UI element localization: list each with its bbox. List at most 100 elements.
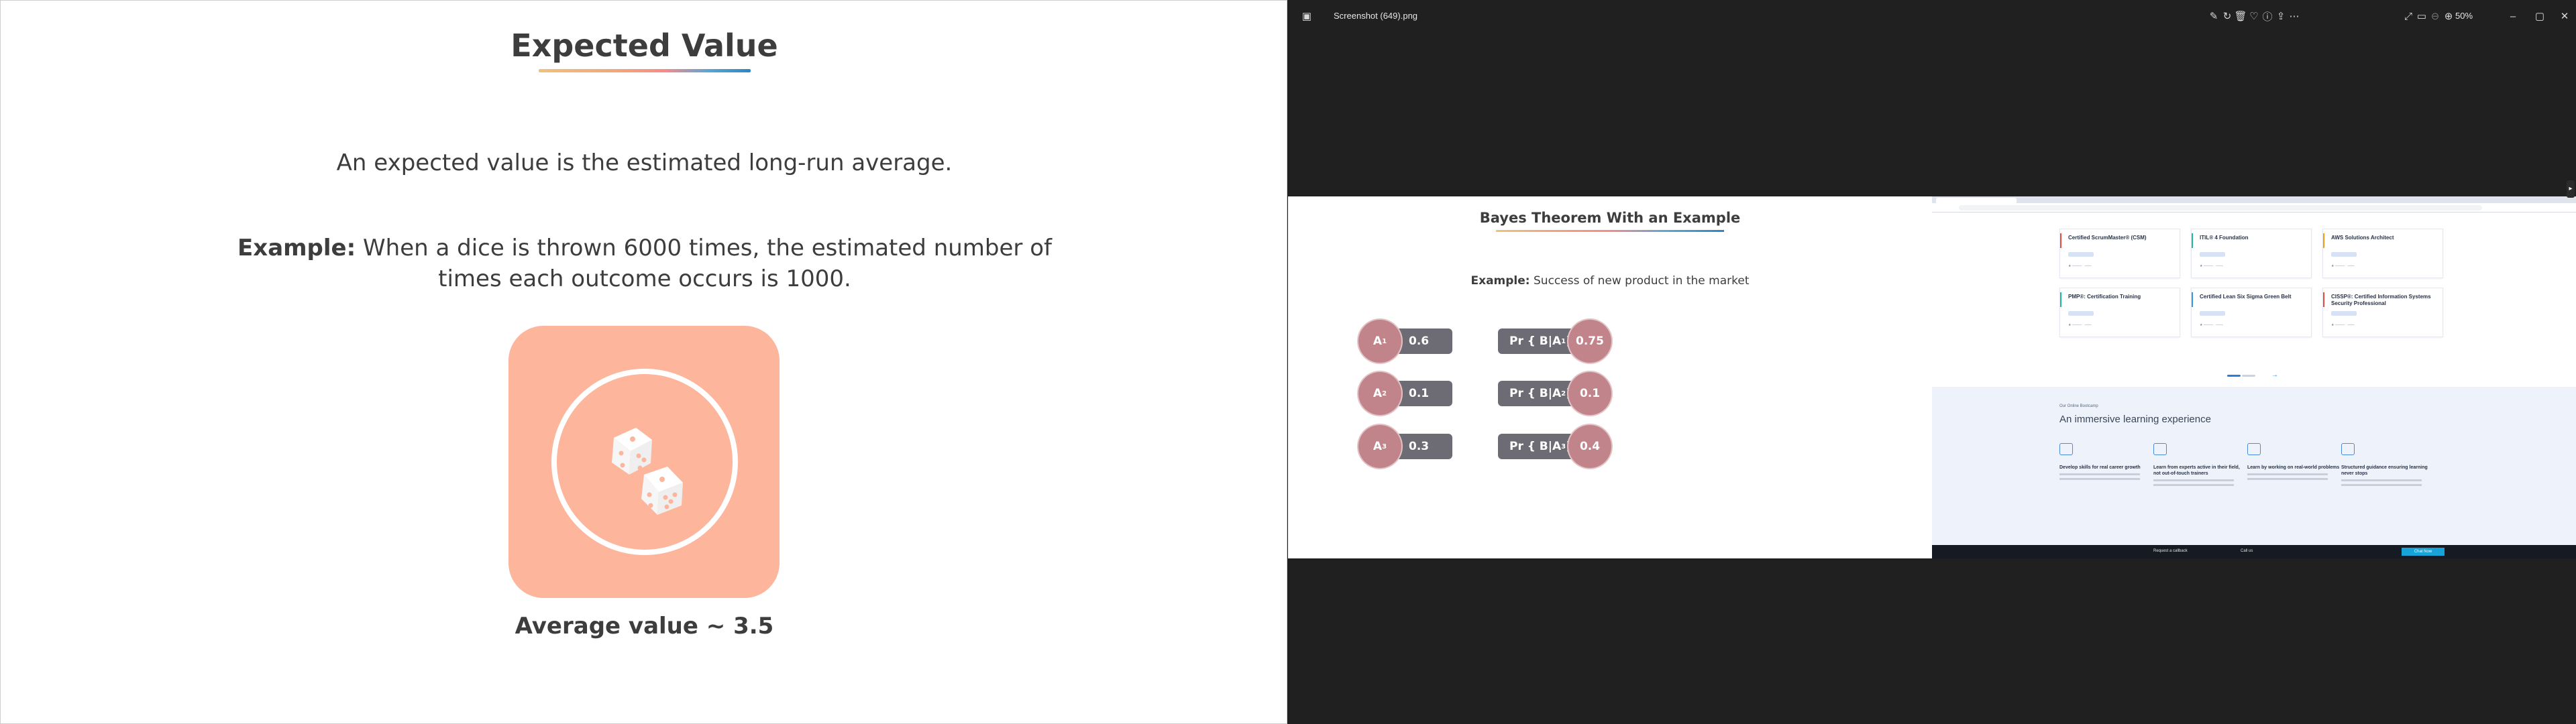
prior-label-2: A2	[1358, 372, 1401, 415]
card-meta: ★ ──── ───	[2200, 323, 2223, 327]
course-card: Certified ScrumMaster® (CSM) ★ ──── ───	[2059, 229, 2180, 278]
likelihood-sub: 1	[1561, 337, 1566, 345]
likelihood-sub: 3	[1561, 442, 1566, 450]
card-meta: ★ ──── ───	[2068, 264, 2092, 268]
browser-address-bar	[1932, 203, 2576, 213]
card-title: Certified Lean Six Sigma Green Belt	[2200, 294, 2292, 300]
feature-item: Structured guidance ensuring learning ne…	[2341, 443, 2435, 486]
learning-kicker: Our Online Bootcamp	[2059, 404, 2098, 408]
delete-icon[interactable]: 🗑	[2234, 9, 2247, 23]
feature-text-line	[2059, 478, 2140, 480]
card-title: AWS Solutions Architect	[2331, 235, 2394, 241]
card-tag	[2200, 311, 2225, 316]
minimize-icon[interactable]: –	[2506, 9, 2520, 23]
zoom-in-icon[interactable]: ⊕	[2442, 9, 2455, 23]
likelihood-label: Pr { B|A	[1509, 440, 1562, 453]
more-icon[interactable]: ⋯	[2288, 9, 2301, 23]
expand-panel-icon[interactable]: ▸	[2567, 180, 2575, 198]
slide-lead-text: An expected value is the estimated long-…	[336, 149, 953, 176]
gallery-icon[interactable]: ▣	[1300, 9, 1313, 23]
title-underline	[539, 69, 751, 72]
average-value-text: Average value ~ 3.5	[515, 613, 774, 640]
info-icon[interactable]: ⓘ	[2261, 9, 2274, 23]
chat-now-button[interactable]: Chat Now	[2402, 548, 2445, 556]
feature-icon	[2153, 443, 2167, 455]
displayed-image: Bayes Theorem With an Example Example: S…	[1288, 196, 2576, 558]
feature-text-line	[2341, 479, 2422, 481]
card-tag	[2068, 311, 2094, 316]
course-card: PMP®: Certification Training ★ ──── ───	[2059, 288, 2180, 337]
bayes-title-underline	[1496, 230, 1724, 232]
fit-icon[interactable]: ▭	[2415, 9, 2428, 23]
example-text: When a dice is thrown 6000 times, the es…	[356, 235, 1052, 292]
feature-icon	[2247, 443, 2261, 455]
card-accent	[2060, 292, 2061, 307]
prior-value: 0.6	[1409, 335, 1430, 348]
bayes-example-text: Success of new product in the market	[1529, 274, 1750, 288]
request-callback-link[interactable]: Request a callback	[2153, 549, 2188, 553]
prior-sub: 3	[1382, 442, 1387, 450]
likelihood-label: Pr { B|A	[1509, 387, 1562, 400]
likelihood-value-1: 0.75	[1568, 320, 1611, 363]
browser-tabs	[1932, 196, 2576, 203]
card-title: ITIL® 4 Foundation	[2200, 235, 2249, 241]
course-card: AWS Solutions Architect ★ ──── ───	[2322, 229, 2443, 278]
carousel-indicator[interactable]	[2242, 375, 2255, 377]
prior-label-3: A3	[1358, 425, 1401, 468]
card-tag	[2331, 252, 2357, 257]
learning-heading: An immersive learning experience	[2059, 414, 2211, 425]
browser-screenshot: Certified ScrumMaster® (CSM) ★ ──── ─── …	[1932, 196, 2576, 558]
favorite-icon[interactable]: ♡	[2247, 9, 2261, 23]
prior-value: 0.3	[1409, 440, 1430, 453]
card-accent	[2192, 292, 2193, 307]
feature-icon	[2341, 443, 2355, 455]
prior-label: A	[1373, 335, 1383, 348]
carousel-next-icon[interactable]: →	[2271, 372, 2278, 379]
zoom-out-icon[interactable]: ⊖	[2428, 9, 2442, 23]
prior-sub: 1	[1382, 337, 1387, 345]
card-accent	[2060, 233, 2061, 248]
likelihood-sub: 2	[1561, 389, 1566, 398]
expected-value-slide: Expected Value An expected value is the …	[0, 0, 1287, 724]
address-field	[1959, 205, 2482, 210]
card-title: CISSP®: Certified Information Systems Se…	[2331, 294, 2431, 306]
prior-label: A	[1373, 440, 1383, 453]
maximize-icon[interactable]: ▢	[2533, 9, 2546, 23]
card-title: PMP®: Certification Training	[2068, 294, 2141, 300]
learning-section: Our Online Bootcamp An immersive learnin…	[1932, 387, 2576, 545]
course-card: Certified Lean Six Sigma Green Belt ★ ──…	[2191, 288, 2312, 337]
feature-text-line	[2341, 484, 2422, 486]
zoom-level[interactable]: 50%	[2455, 11, 2473, 21]
slide-title: Expected Value	[511, 27, 778, 64]
feature-title: Structured guidance ensuring learning ne…	[2341, 465, 2428, 476]
photo-viewer-window: ▣ Screenshot (649).png ✎ ↻ 🗑 ♡ ⓘ ⇪ ⋯ ⤢ ▭…	[1288, 0, 2576, 724]
share-icon[interactable]: ⇪	[2274, 9, 2288, 23]
bayes-example-label: Example:	[1470, 274, 1530, 288]
feature-text-line	[2059, 473, 2140, 475]
bayes-slide: Bayes Theorem With an Example Example: S…	[1288, 196, 1932, 558]
bayes-example: Example: Success of new product in the m…	[1288, 274, 1932, 288]
prior-label: A	[1373, 387, 1383, 400]
dice-ring	[551, 369, 738, 555]
feature-text-line	[2247, 473, 2328, 475]
course-card: CISSP®: Certified Information Systems Se…	[2322, 288, 2443, 337]
card-title: Certified ScrumMaster® (CSM)	[2068, 235, 2147, 241]
card-meta: ★ ──── ───	[2331, 264, 2355, 268]
carousel-indicator-active[interactable]	[2227, 375, 2241, 377]
edit-icon[interactable]: ✎	[2207, 9, 2220, 23]
close-icon[interactable]: ✕	[2558, 9, 2571, 23]
feature-text-line	[2153, 479, 2234, 481]
feature-item: Develop skills for real career growth	[2059, 443, 2153, 480]
call-us-link[interactable]: Call us	[2241, 549, 2253, 553]
card-accent	[2192, 233, 2193, 248]
fullscreen-icon[interactable]: ⤢	[2402, 9, 2415, 23]
card-accent	[2323, 292, 2324, 307]
card-meta: ★ ──── ───	[2200, 264, 2223, 268]
feature-icon	[2059, 443, 2073, 455]
browser-tab	[1936, 198, 2017, 203]
feature-item: Learn by working on real-world problems	[2247, 443, 2341, 480]
rotate-icon[interactable]: ↻	[2220, 9, 2234, 23]
example-paragraph: Example: When a dice is thrown 6000 time…	[209, 233, 1081, 294]
feature-title: Learn by working on real-world problems	[2247, 465, 2340, 470]
example-label: Example:	[237, 235, 356, 261]
